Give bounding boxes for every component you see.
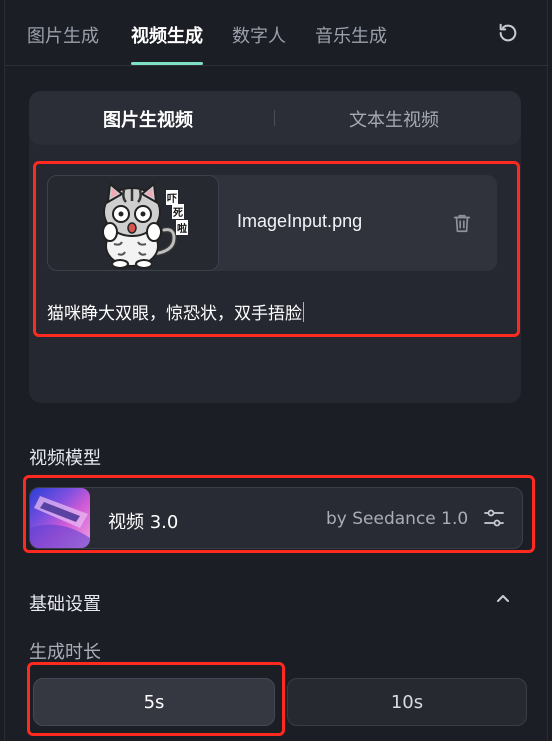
chevron-up-icon[interactable]: [495, 592, 511, 604]
mode-text-to-video[interactable]: 文本生视频: [349, 106, 439, 132]
uploaded-image-thumbnail[interactable]: 吓 死 啦: [47, 175, 219, 271]
prompt-text: 猫咪睁大双眼，惊恐状，双手捂脸: [47, 304, 302, 324]
mode-switcher: 图片生视频 文本生视频: [29, 91, 521, 145]
tab-digital-human[interactable]: 数字人: [232, 22, 286, 48]
mode-divider: [274, 110, 275, 126]
duration-5s-button[interactable]: 5s: [33, 678, 275, 726]
refresh-icon[interactable]: [497, 22, 519, 44]
mode-image-to-video[interactable]: 图片生视频: [103, 106, 193, 132]
input-panel: 图片生视频 文本生视频 吓 死 啦 ImageInput.png 猫咪睁大双眼，…: [29, 91, 521, 403]
uploaded-image-card: 吓 死 啦 ImageInput.png: [47, 175, 497, 271]
trash-icon[interactable]: [451, 211, 473, 235]
top-tab-bar: 图片生成 视频生成 数字人 音乐生成: [5, 0, 549, 66]
video-model-selector[interactable]: 视频 3.0 by Seedance 1.0: [29, 487, 523, 549]
scared-cat-sticker: [102, 182, 178, 269]
model-provider: by Seedance 1.0: [326, 509, 469, 529]
video-model-title: 视频模型: [29, 448, 101, 469]
sticker-text-3: 啦: [176, 220, 188, 235]
sticker-text-2: 死: [172, 204, 184, 219]
sticker-text-1: 吓: [166, 190, 178, 205]
text-cursor: [303, 302, 304, 322]
tab-image-generation[interactable]: 图片生成: [27, 22, 99, 48]
prompt-input[interactable]: 猫咪睁大双眼，惊恐状，双手捂脸: [47, 299, 497, 324]
uploaded-file-name: ImageInput.png: [237, 211, 363, 231]
basic-settings-title: 基础设置: [29, 594, 101, 615]
duration-10s-button[interactable]: 10s: [287, 678, 527, 726]
model-thumbnail: [30, 488, 90, 548]
sliders-icon[interactable]: [482, 507, 506, 529]
model-name: 视频 3.0: [108, 512, 179, 533]
video-generation-panel: 图片生成 视频生成 数字人 音乐生成 图片生视频 文本生视频 吓 死 啦 Ima…: [4, 0, 549, 741]
tab-video-generation[interactable]: 视频生成: [131, 22, 203, 65]
tab-music-generation[interactable]: 音乐生成: [315, 22, 387, 48]
duration-label: 生成时长: [29, 642, 101, 663]
